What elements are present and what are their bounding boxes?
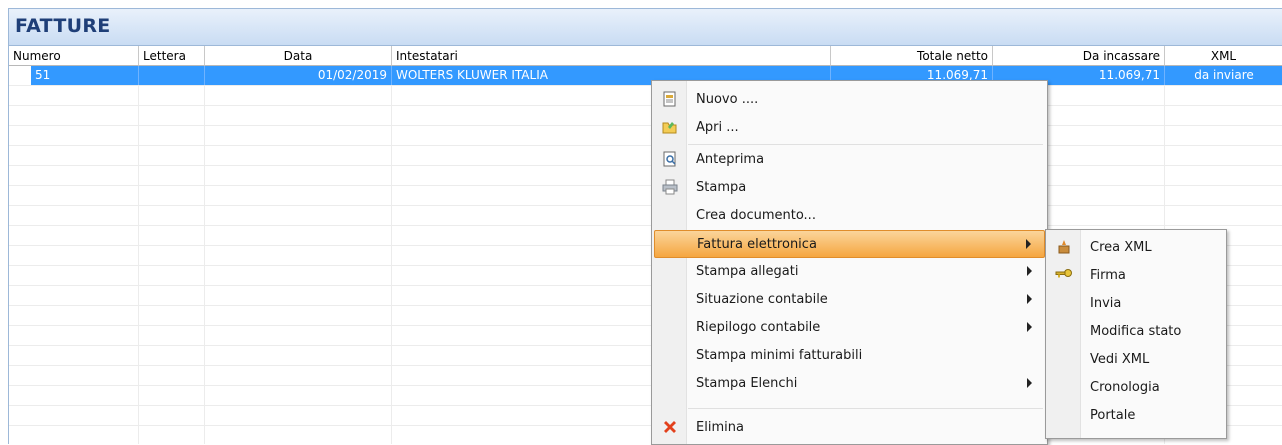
preview-icon	[661, 151, 679, 169]
submenu-item-vedi-xml[interactable]: Vedi XML	[1048, 346, 1224, 374]
submenu-arrow-icon	[1027, 378, 1032, 388]
column-header-numero[interactable]: Numero	[9, 46, 139, 66]
menu-item-stampa-elenchi[interactable]: Stampa Elenchi	[654, 370, 1045, 398]
menu-item-label: Stampa Elenchi	[696, 376, 798, 391]
submenu-item-portale[interactable]: Portale	[1048, 402, 1224, 430]
submenu-item-label: Vedi XML	[1090, 352, 1150, 367]
menu-item-nuovo[interactable]: Nuovo ....	[654, 86, 1045, 114]
column-header-xml[interactable]: XML	[1165, 46, 1282, 66]
menu-item-label: Stampa allegati	[696, 264, 799, 279]
column-header-da-incassare[interactable]: Da incassare	[993, 46, 1165, 66]
new-document-icon	[661, 91, 679, 109]
printer-icon	[661, 179, 679, 197]
submenu-arrow-icon	[1026, 239, 1031, 249]
menu-item-elimina[interactable]: Elimina	[654, 414, 1045, 442]
menu-item-label: Riepilogo contabile	[696, 320, 821, 335]
context-menu: Nuovo .... Apri ... Anteprima Stampa Cre…	[651, 80, 1048, 445]
column-header-lettera[interactable]: Lettera	[139, 46, 205, 66]
cell-numero[interactable]: 51	[31, 66, 139, 85]
column-header-intestatari[interactable]: Intestatari	[392, 46, 831, 66]
menu-item-fattura-elettronica[interactable]: Fattura elettronica	[654, 230, 1045, 258]
menu-item-label: Elimina	[696, 420, 744, 435]
submenu-item-label: Invia	[1090, 296, 1122, 311]
menu-item-label: Nuovo ....	[696, 92, 759, 107]
menu-item-label: Apri ...	[696, 120, 739, 135]
submenu-arrow-icon	[1027, 322, 1032, 332]
menu-item-anteprima[interactable]: Anteprima	[654, 146, 1045, 174]
submenu-item-label: Crea XML	[1090, 240, 1152, 255]
cell-xml[interactable]: da inviare	[1165, 66, 1282, 85]
menu-item-label: Crea documento...	[696, 208, 816, 223]
delete-icon	[661, 419, 679, 437]
submenu-arrow-icon	[1027, 294, 1032, 304]
menu-item-crea-documento[interactable]: Crea documento...	[654, 202, 1045, 230]
menu-item-label: Anteprima	[696, 152, 765, 167]
cell-data[interactable]: 01/02/2019	[205, 66, 392, 85]
column-header-data[interactable]: Data	[205, 46, 392, 66]
column-divider	[138, 66, 139, 444]
menu-separator	[688, 408, 1043, 409]
window-title-bar: FATTURE	[9, 9, 1282, 46]
menu-separator	[688, 144, 1043, 145]
menu-item-label: Fattura elettronica	[697, 237, 817, 252]
window-title: FATTURE	[15, 15, 111, 37]
column-divider	[204, 66, 205, 444]
menu-item-stampa-minimi-fatturabili[interactable]: Stampa minimi fatturabili	[654, 342, 1045, 370]
submenu-item-label: Portale	[1090, 408, 1136, 423]
submenu-item-crea-xml[interactable]: Crea XML	[1048, 234, 1224, 262]
submenu-arrow-icon	[1027, 266, 1032, 276]
key-icon	[1055, 267, 1073, 285]
menu-item-label: Stampa minimi fatturabili	[696, 348, 863, 363]
column-divider	[391, 66, 392, 444]
submenu-item-label: Firma	[1090, 268, 1126, 283]
menu-item-situazione-contabile[interactable]: Situazione contabile	[654, 286, 1045, 314]
menu-item-stampa[interactable]: Stampa	[654, 174, 1045, 202]
cell-lettera[interactable]	[139, 66, 205, 85]
create-xml-icon	[1055, 239, 1073, 257]
submenu-item-label: Modifica stato	[1090, 324, 1182, 339]
menu-item-stampa-allegati[interactable]: Stampa allegati	[654, 258, 1045, 286]
submenu-fattura-elettronica: Crea XML Firma Invia Modifica stato Vedi…	[1045, 229, 1227, 439]
column-header-totale-netto[interactable]: Totale netto	[831, 46, 993, 66]
submenu-item-cronologia[interactable]: Cronologia	[1048, 374, 1224, 402]
submenu-item-modifica-stato[interactable]: Modifica stato	[1048, 318, 1224, 346]
submenu-item-label: Cronologia	[1090, 380, 1160, 395]
menu-item-riepilogo-contabile[interactable]: Riepilogo contabile	[654, 314, 1045, 342]
menu-item-label: Situazione contabile	[696, 292, 828, 307]
submenu-item-invia[interactable]: Invia	[1048, 290, 1224, 318]
submenu-item-firma[interactable]: Firma	[1048, 262, 1224, 290]
menu-item-label: Stampa	[696, 180, 747, 195]
menu-item-apri[interactable]: Apri ...	[654, 114, 1045, 142]
open-folder-icon	[661, 119, 679, 137]
